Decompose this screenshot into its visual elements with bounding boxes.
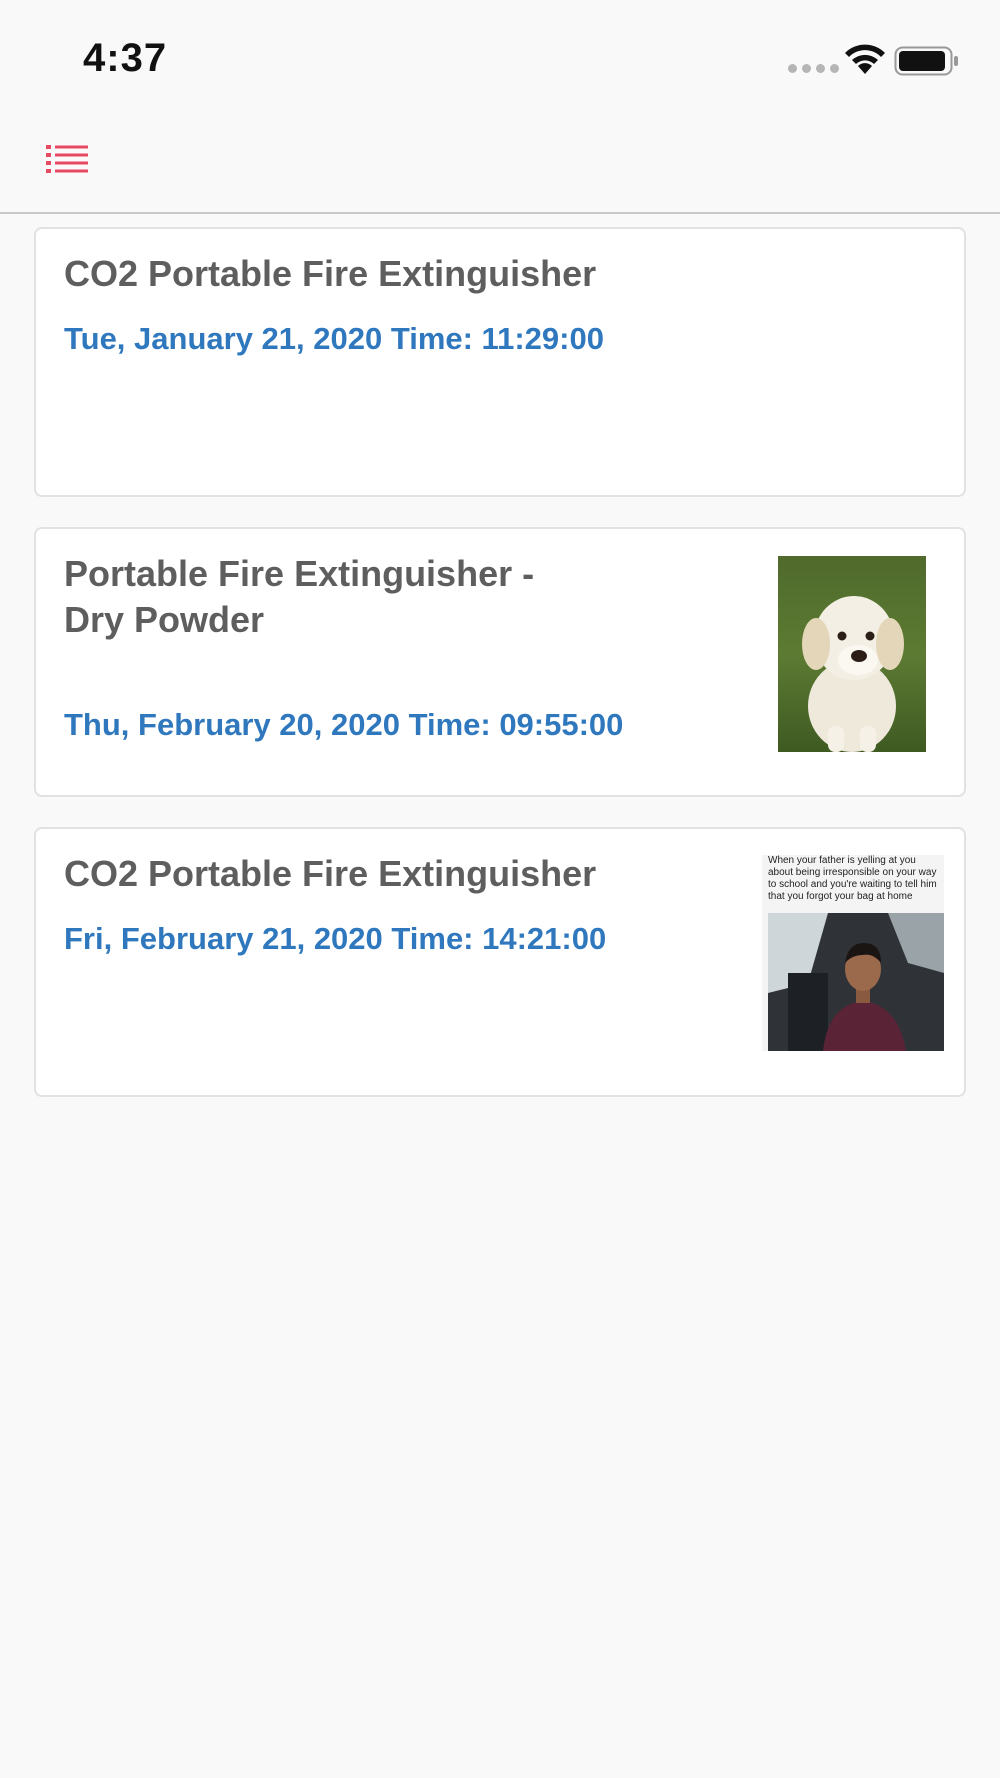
meme-photo: When your father is yelling at you about… — [762, 855, 944, 1051]
list-item[interactable]: CO2 Portable Fire Extinguisher Fri, Febr… — [34, 827, 966, 1097]
app-screen: 4:37 CO2 Portable Fire Extinguisher Tue,… — [0, 0, 1000, 1778]
wifi-icon — [845, 44, 885, 74]
signal-icon — [788, 64, 839, 73]
status-bar: 4:37 — [0, 0, 1000, 110]
records-list: CO2 Portable Fire Extinguisher Tue, Janu… — [34, 227, 966, 1127]
list-menu-icon[interactable] — [46, 144, 88, 174]
record-date: Thu, February 20, 2020 Time: 09:55:00 — [64, 707, 624, 742]
puppy-photo — [778, 556, 926, 752]
record-date: Tue, January 21, 2020 Time: 11:29:00 — [64, 321, 604, 356]
record-title: CO2 Portable Fire Extinguisher — [64, 853, 597, 894]
record-title: Portable Fire Extinguisher - Dry Powder — [64, 553, 535, 640]
record-date: Fri, February 21, 2020 Time: 14:21:00 — [64, 921, 607, 956]
list-item[interactable]: Portable Fire Extinguisher - Dry Powder … — [34, 527, 966, 797]
meme-caption: When your father is yelling at you about… — [768, 855, 937, 902]
car-selfie-photo — [768, 913, 944, 1051]
status-time: 4:37 — [83, 36, 168, 80]
record-title: CO2 Portable Fire Extinguisher — [64, 253, 597, 294]
list-item[interactable]: CO2 Portable Fire Extinguisher Tue, Janu… — [34, 227, 966, 497]
battery-icon — [894, 46, 958, 76]
navigation-bar — [0, 110, 1000, 214]
